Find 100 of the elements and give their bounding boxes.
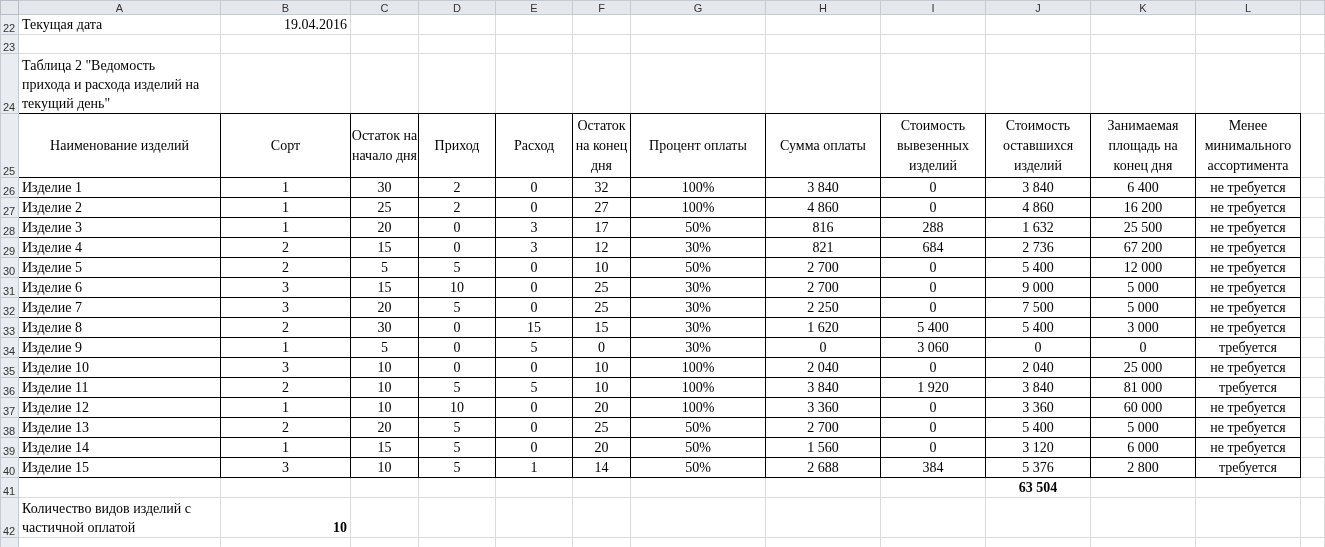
table-cell: 2 bbox=[282, 260, 289, 275]
table-cell: 67 200 bbox=[1123, 240, 1163, 255]
column-header[interactable]: G bbox=[693, 1, 703, 14]
table-cell: 3 840 bbox=[1022, 380, 1054, 395]
table-cell: 10 bbox=[450, 400, 464, 415]
table-cell: 2 800 bbox=[1127, 460, 1159, 475]
table-cell: Изделие 15 bbox=[22, 460, 89, 475]
table-cell: 0 bbox=[929, 420, 937, 435]
table-cell: 6 000 bbox=[1127, 440, 1159, 455]
column-header[interactable]: C bbox=[380, 1, 389, 14]
table-cell: 100% bbox=[681, 200, 715, 215]
table-cell: Изделие 10 bbox=[22, 360, 89, 375]
table-cell: Изделие 1 bbox=[22, 180, 82, 195]
table-cell: 3 000 bbox=[1127, 320, 1159, 335]
table-cell: 0 bbox=[929, 280, 937, 295]
table-cell: 100% bbox=[681, 400, 715, 415]
table-cell: 6 400 bbox=[1127, 180, 1159, 195]
table-cell: 1 bbox=[282, 440, 289, 455]
table-cell: 5 400 bbox=[1022, 320, 1054, 335]
table-cell: 2 040 bbox=[807, 360, 839, 375]
column-header[interactable]: E bbox=[530, 1, 538, 14]
table-cell: 0 bbox=[530, 280, 538, 295]
table-cell: 5 bbox=[381, 340, 388, 355]
table-cell: 5 bbox=[453, 300, 461, 315]
table-cell: 12 bbox=[594, 240, 609, 255]
table-cell: 9 000 bbox=[1022, 280, 1054, 295]
table-cell: 0 bbox=[598, 340, 605, 355]
table-cell: 3 bbox=[530, 220, 538, 235]
table-cell: 5 000 bbox=[1127, 420, 1159, 435]
table-cell: 3 840 bbox=[807, 180, 839, 195]
table-cell: 50% bbox=[685, 420, 711, 435]
table-cell: Изделие 7 bbox=[22, 300, 82, 315]
table-cell: 288 bbox=[922, 220, 944, 235]
table-cell: 4 860 bbox=[807, 200, 839, 215]
table-cell: 100% bbox=[681, 180, 715, 195]
column-header[interactable]: J bbox=[1035, 1, 1041, 14]
header-cell: Стоимость вывезенных изделий bbox=[896, 117, 970, 173]
table-cell: 5 bbox=[453, 420, 461, 435]
table-cell: 25 bbox=[594, 280, 609, 295]
table-cell: 16 200 bbox=[1123, 200, 1163, 215]
table-cell: не требуется bbox=[1210, 320, 1286, 335]
table-cell: 0 bbox=[929, 400, 937, 415]
table-cell: 15 bbox=[377, 240, 392, 255]
table-cell: 0 bbox=[453, 220, 461, 235]
table-cell: 2 700 bbox=[807, 280, 839, 295]
row-header[interactable]: 24 bbox=[3, 101, 16, 113]
table-cell: не требуется bbox=[1210, 300, 1286, 315]
table-cell: 17 bbox=[594, 220, 609, 235]
table-cell: 0 bbox=[929, 440, 937, 455]
table-cell: 30 bbox=[377, 180, 392, 195]
column-header[interactable]: I bbox=[931, 1, 935, 14]
table-cell: Изделие 12 bbox=[22, 400, 89, 415]
table-cell: 0 bbox=[453, 320, 461, 335]
table-cell: 20 bbox=[377, 220, 392, 235]
table-cell: 1 bbox=[282, 220, 289, 235]
column-header[interactable]: K bbox=[1139, 1, 1147, 14]
header-cell: Сумма оплаты bbox=[780, 137, 866, 153]
table-cell: 30% bbox=[685, 340, 711, 355]
table-cell: Изделие 13 bbox=[22, 420, 89, 435]
table-cell: 5 376 bbox=[1022, 460, 1054, 475]
table-cell: 10 bbox=[450, 280, 464, 295]
table-cell: не требуется bbox=[1210, 360, 1286, 375]
table-cell: 27 bbox=[594, 200, 609, 215]
header-cell: Процент оплаты bbox=[649, 137, 747, 153]
column-header[interactable]: F bbox=[598, 1, 605, 14]
header-cell: Занимаемая площадь на конец дня bbox=[1107, 117, 1179, 173]
table-cell: не требуется bbox=[1210, 440, 1286, 455]
table-cell: 0 bbox=[530, 440, 538, 455]
header-cell: Расход bbox=[513, 137, 555, 153]
table-cell: 684 bbox=[922, 240, 944, 255]
table-cell: 25 500 bbox=[1123, 220, 1163, 235]
table-cell: 15 bbox=[377, 280, 392, 295]
table-cell: 1 bbox=[282, 400, 289, 415]
table-cell: 3 360 bbox=[807, 400, 839, 415]
table-cell: 5 400 bbox=[1022, 260, 1054, 275]
table-cell: не требуется bbox=[1210, 400, 1286, 415]
table-cell: 816 bbox=[812, 220, 834, 235]
table-cell: 4 860 bbox=[1022, 200, 1054, 215]
column-header[interactable]: H bbox=[819, 1, 827, 14]
column-header[interactable]: L bbox=[1244, 1, 1252, 14]
table-cell: 0 bbox=[929, 300, 937, 315]
table-cell: 10 bbox=[377, 360, 392, 375]
table-cell: 1 bbox=[530, 460, 538, 475]
table-cell: 32 bbox=[594, 180, 609, 195]
table-cell: 2 bbox=[453, 180, 461, 195]
row-header[interactable]: 25 bbox=[3, 165, 16, 177]
column-header[interactable]: A bbox=[115, 1, 124, 14]
table-cell: 0 bbox=[530, 180, 538, 195]
table-cell: 384 bbox=[922, 460, 944, 475]
table-cell: 3 bbox=[282, 280, 289, 295]
table-cell: 2 700 bbox=[807, 420, 839, 435]
column-header[interactable]: D bbox=[453, 1, 461, 14]
table-cell: 30% bbox=[685, 280, 711, 295]
column-header[interactable]: B bbox=[281, 1, 290, 14]
table-cell: 3 bbox=[282, 460, 289, 475]
table-cell: 0 bbox=[453, 360, 461, 375]
table-cell: 0 bbox=[530, 420, 538, 435]
table-cell: 5 bbox=[530, 340, 538, 355]
table-cell: 100% bbox=[681, 360, 715, 375]
summary-label: Количество видов изделий с частичной оплатой bbox=[22, 500, 192, 537]
